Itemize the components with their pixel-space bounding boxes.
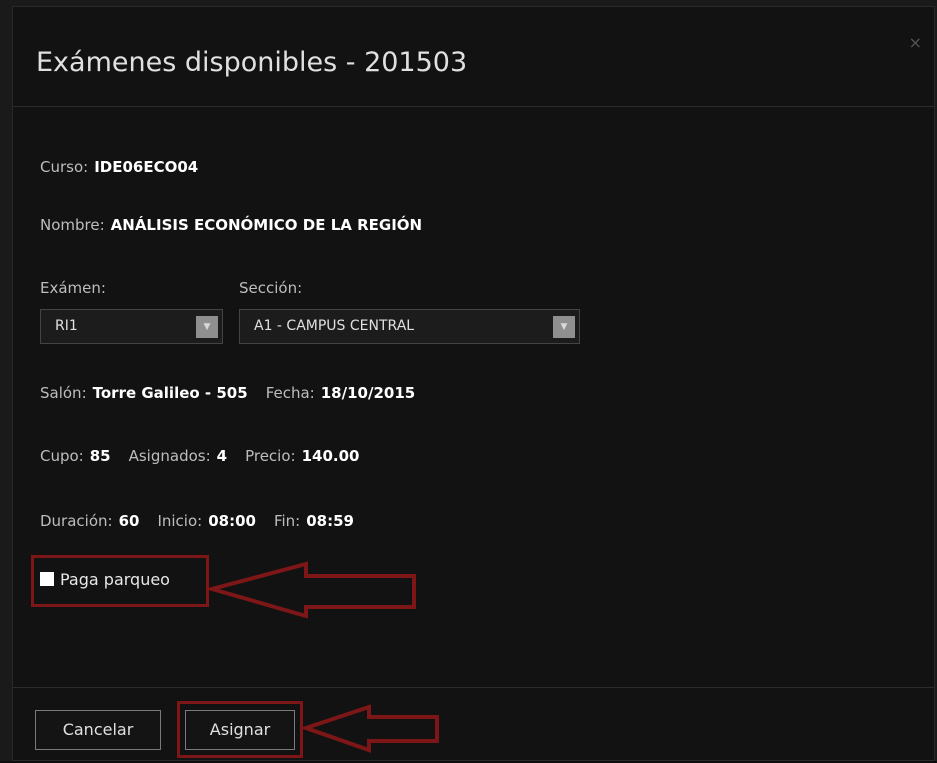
- chevron-down-icon: ▼: [196, 316, 218, 338]
- duracion-value: 60: [118, 512, 140, 530]
- asignados-value: 4: [216, 447, 228, 465]
- nombre-value: ANÁLISIS ECONÓMICO DE LA REGIÓN: [110, 216, 423, 234]
- seccion-label: Sección:: [239, 279, 303, 297]
- salon-fecha-row: Salón: Torre Galileo - 505 Fecha: 18/10/201…: [40, 384, 415, 402]
- cancel-button[interactable]: Cancelar: [35, 710, 161, 750]
- precio-label: Precio:: [245, 447, 296, 465]
- curso-value: IDE06ECO04: [94, 158, 199, 176]
- arrow-left-icon: [299, 704, 439, 753]
- precio-value: 140.00: [301, 447, 360, 465]
- exam-dialog: Exámenes disponibles - 201503 × Curso: ID…: [12, 6, 935, 761]
- curso-label: Curso:: [40, 158, 89, 176]
- cupo-row: Cupo: 85 Asignados: 4 Precio: 140.00: [40, 447, 359, 465]
- cupo-value: 85: [89, 447, 111, 465]
- chevron-down-icon: ▼: [553, 316, 575, 338]
- asignados-label: Asignados:: [128, 447, 211, 465]
- course-name-row: Nombre: ANÁLISIS ECONÓMICO DE LA REGIÓN: [40, 216, 422, 234]
- arrow-left-icon: [204, 561, 416, 619]
- seccion-select-value: A1 - CAMPUS CENTRAL: [254, 318, 415, 334]
- fin-value: 08:59: [306, 512, 354, 530]
- cupo-label: Cupo:: [40, 447, 84, 465]
- nombre-label: Nombre:: [40, 216, 105, 234]
- seccion-select[interactable]: A1 - CAMPUS CENTRAL ▼: [239, 309, 580, 344]
- duracion-label: Duración:: [40, 512, 113, 530]
- dialog-header: Exámenes disponibles - 201503 ×: [13, 7, 934, 107]
- annotation-highlight-box: [31, 555, 209, 607]
- examen-label: Exámen:: [40, 279, 106, 297]
- annotation-highlight-box: [177, 701, 303, 758]
- fecha-label: Fecha:: [265, 384, 315, 402]
- fecha-value: 18/10/2015: [320, 384, 416, 402]
- fin-label: Fin:: [273, 512, 301, 530]
- inicio-label: Inicio:: [157, 512, 203, 530]
- dialog-footer: Cancelar Asignar: [13, 687, 934, 763]
- course-code-row: Curso: IDE06ECO04: [40, 158, 198, 176]
- examen-select[interactable]: RI1 ▼: [40, 309, 223, 344]
- dialog-title: Exámenes disponibles - 201503: [36, 47, 468, 78]
- inicio-value: 08:00: [208, 512, 256, 530]
- duracion-row: Duración: 60 Inicio: 08:00 Fin: 08:59: [40, 512, 354, 530]
- salon-value: Torre Galileo - 505: [92, 384, 248, 402]
- close-icon[interactable]: ×: [909, 33, 922, 52]
- examen-select-value: RI1: [55, 318, 78, 334]
- salon-label: Salón:: [40, 384, 87, 402]
